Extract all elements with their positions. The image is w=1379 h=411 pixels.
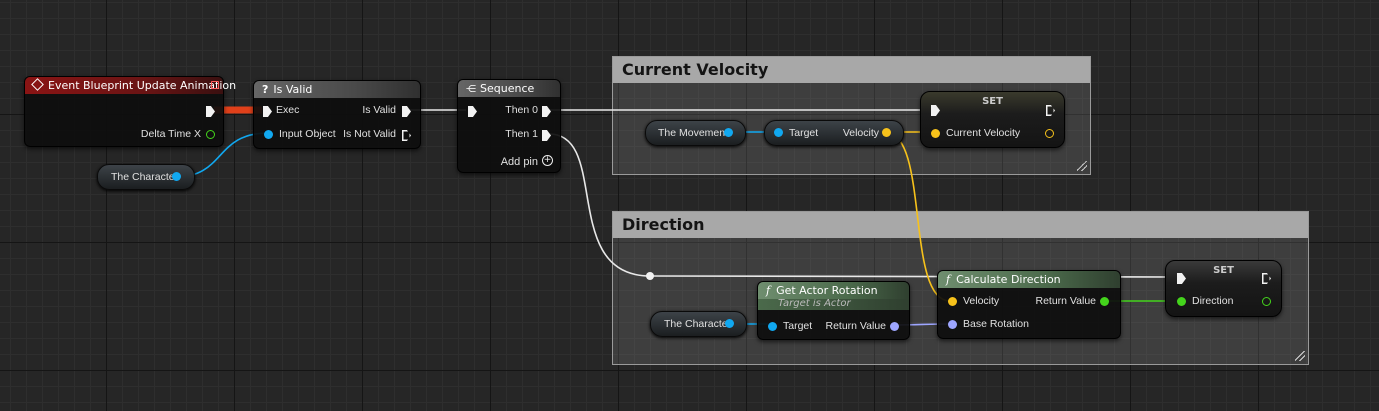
current-velocity-label: Current Velocity [946, 127, 1021, 139]
exec-label: Exec [276, 104, 300, 116]
get-velocity-node[interactable]: Target Velocity [764, 120, 904, 146]
comment-title: Current Velocity [613, 57, 1090, 83]
the-movement-variable[interactable]: The Movement [645, 120, 746, 146]
delta-time-pin[interactable] [206, 130, 215, 139]
is-not-valid-label: Is Not Valid [343, 128, 396, 140]
current-velocity-out-pin[interactable] [1045, 129, 1054, 138]
current-velocity-in-pin[interactable] [931, 129, 940, 138]
target-label: Target [789, 127, 819, 139]
node-header: f Get Actor Rotation [758, 282, 909, 299]
is-valid-node[interactable]: ? Is Valid Exec Is Valid Input Object Is … [253, 80, 421, 149]
add-circle-icon[interactable]: + [542, 155, 553, 166]
calculate-direction-node[interactable]: f Calculate Direction Velocity Return Val… [937, 270, 1121, 339]
return-value-label: Return Value [825, 320, 886, 332]
node-title: Event Blueprint Update Animation [48, 79, 237, 92]
object-out-pin[interactable] [724, 128, 733, 137]
direction-label: Direction [1192, 295, 1234, 307]
function-icon: f [766, 284, 771, 297]
target-pin[interactable] [774, 128, 783, 137]
direction-in-pin[interactable] [1177, 297, 1186, 306]
input-object-pin[interactable] [264, 130, 273, 139]
node-title: Is Valid [273, 83, 313, 96]
direction-out-pin[interactable] [1262, 297, 1271, 306]
get-actor-rotation-node[interactable]: f Get Actor Rotation Target is Actor Targ… [757, 281, 910, 340]
variable-label: The Movement [658, 127, 729, 139]
node-header: ? Is Valid [254, 81, 420, 98]
variable-label: The Character [664, 318, 732, 330]
comment-title: Direction [613, 212, 1308, 238]
question-icon: ? [262, 83, 269, 96]
return-value-pin[interactable] [890, 322, 899, 331]
node-header: f Calculate Direction [938, 271, 1120, 288]
target-pin[interactable] [768, 322, 777, 331]
exec-in-pin[interactable] [468, 106, 477, 117]
function-icon: f [946, 273, 951, 286]
node-subtitle: Target is Actor [758, 298, 909, 310]
event-diamond-icon [31, 78, 44, 91]
delta-time-label: Delta Time X [140, 128, 201, 140]
velocity-label: Velocity [842, 127, 879, 139]
then1-pin[interactable] [542, 130, 551, 141]
then0-pin[interactable] [542, 106, 551, 117]
exec-out-pin[interactable] [206, 106, 215, 117]
resize-handle[interactable] [1295, 351, 1305, 361]
is-valid-label: Is Valid [362, 104, 396, 116]
node-title: Get Actor Rotation [776, 284, 878, 297]
sequence-node[interactable]: ⋲ Sequence Then 0 Then 1 Add pin + [457, 79, 561, 173]
node-header: Event Blueprint Update Animation [25, 77, 236, 94]
the-character-variable[interactable]: The Character [97, 164, 195, 190]
input-object-label: Input Object [279, 128, 336, 140]
variable-label: The Character [111, 171, 179, 183]
is-not-valid-exec-pin[interactable] [402, 130, 411, 141]
set-current-velocity-node[interactable]: SET Current Velocity [920, 91, 1065, 148]
base-rotation-label: Base Rotation [963, 318, 1029, 330]
object-out-pin[interactable] [725, 319, 734, 328]
resize-handle[interactable] [1077, 161, 1087, 171]
add-pin-label[interactable]: Add pin [501, 156, 538, 168]
then0-label: Then 0 [505, 104, 538, 116]
node-title: Calculate Direction [956, 273, 1061, 286]
is-valid-exec-pin[interactable] [402, 106, 411, 117]
base-rotation-pin[interactable] [948, 320, 957, 329]
then1-label: Then 1 [505, 128, 538, 140]
target-label: Target [783, 320, 813, 332]
node-header: ⋲ Sequence [458, 80, 560, 97]
node-title: Sequence [480, 82, 535, 95]
sequence-icon: ⋲ [466, 84, 476, 95]
velocity-out-pin[interactable] [882, 128, 891, 137]
event-blueprint-update-animation-node[interactable]: Event Blueprint Update Animation Delta T… [24, 76, 236, 147]
exec-in-pin[interactable] [263, 106, 272, 117]
object-out-pin[interactable] [172, 172, 181, 181]
stop-icon [211, 81, 219, 89]
return-value-label: Return Value [1035, 295, 1096, 307]
set-direction-node[interactable]: SET Direction [1165, 260, 1282, 317]
return-value-pin[interactable] [1100, 297, 1109, 306]
the-character-variable-2[interactable]: The Character [650, 311, 747, 337]
velocity-label: Velocity [963, 295, 1000, 307]
velocity-in-pin[interactable] [948, 297, 957, 306]
set-title: SET [982, 96, 1003, 107]
